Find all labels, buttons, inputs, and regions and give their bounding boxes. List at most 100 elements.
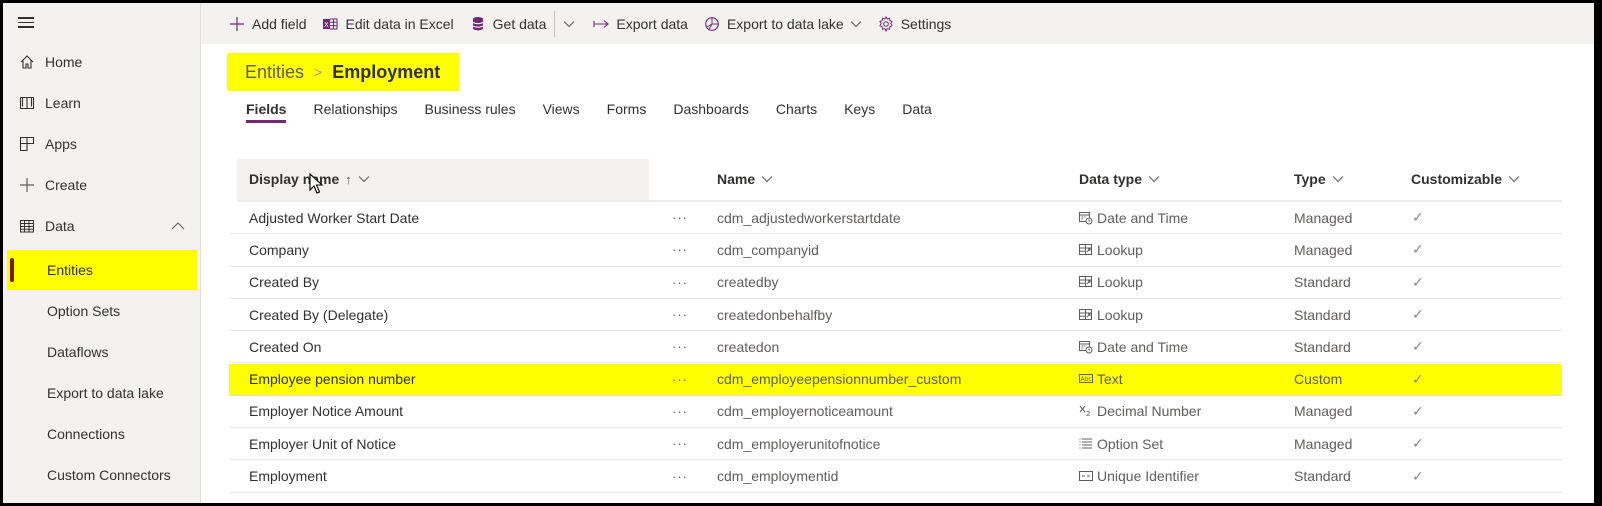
- export-to-data-lake-label: Export to data lake: [726, 15, 844, 32]
- sidebar-item-home[interactable]: Home: [3, 43, 199, 81]
- data-type-label: Date and Time: [1097, 338, 1189, 355]
- display-name-cell[interactable]: Created By: [249, 267, 319, 298]
- tab-fields[interactable]: Fields: [246, 101, 287, 123]
- sidebar-item-dataflows[interactable]: Dataflows: [7, 332, 197, 372]
- display-name-cell[interactable]: Employer Unit of Notice: [249, 428, 396, 459]
- display-name-cell[interactable]: Employment: [249, 460, 327, 491]
- chevron-down-icon: [761, 176, 773, 183]
- type-cell: Standard: [1294, 338, 1351, 355]
- svg-text:2: 2: [1086, 410, 1090, 418]
- table-row[interactable]: Company ··· cdm_companyid Lookup Managed ✓: [229, 234, 1562, 267]
- gear-icon: [878, 15, 894, 32]
- tab-views[interactable]: Views: [543, 101, 580, 123]
- sidebar-item-entities[interactable]: Entities: [7, 250, 197, 290]
- column-header-label: Customizable: [1411, 171, 1503, 187]
- display-name-cell[interactable]: Created On: [249, 331, 321, 362]
- data-type-cell: Lookup: [1079, 267, 1143, 298]
- get-data-button[interactable]: Get data: [470, 16, 546, 32]
- plus-icon: [19, 177, 35, 193]
- breadcrumb-entities-link[interactable]: Entities: [245, 62, 304, 83]
- table-row[interactable]: Employment ··· cdm_employmentid Unique Iden…: [229, 460, 1562, 493]
- tab-data[interactable]: Data: [902, 101, 932, 123]
- column-header-display-name[interactable]: Display name ↑: [249, 171, 370, 187]
- data-type-label: Lookup: [1097, 241, 1143, 258]
- sidebar-item-export-to-data-lake[interactable]: Export to data lake: [7, 373, 197, 413]
- table-row[interactable]: Created By (Delegate) ··· createdonbehalfb…: [229, 299, 1562, 332]
- more-options-button[interactable]: ···: [670, 364, 690, 395]
- decimal-icon: 2: [1079, 404, 1094, 418]
- chevron-up-icon[interactable]: [171, 221, 185, 231]
- add-field-label: Add field: [252, 15, 307, 32]
- customizable-check-icon: ✓: [1412, 241, 1424, 258]
- sidebar-item-label: Export to data lake: [47, 385, 164, 401]
- more-options-button[interactable]: ···: [670, 428, 690, 459]
- column-header-type[interactable]: Type: [1294, 171, 1344, 187]
- data-type-cell: Abc Text: [1079, 364, 1123, 395]
- data-type-cell: Unique Identifier: [1079, 460, 1199, 491]
- more-options-button[interactable]: ···: [670, 234, 690, 265]
- display-name-cell[interactable]: Created By (Delegate): [249, 299, 388, 330]
- export-data-button[interactable]: Export data: [593, 16, 688, 32]
- table-row[interactable]: Created On ··· createdon Date and Time Stand…: [229, 331, 1562, 364]
- column-header-data-type[interactable]: Data type: [1079, 171, 1160, 187]
- tab-keys[interactable]: Keys: [844, 101, 875, 123]
- get-data-dropdown[interactable]: [563, 20, 575, 28]
- export-to-data-lake-button[interactable]: Export to data lake: [704, 16, 862, 32]
- settings-button[interactable]: Settings: [878, 15, 952, 32]
- column-header-customizable[interactable]: Customizable: [1411, 171, 1520, 187]
- app-window: Home Learn Apps Create Data Entities Opt…: [3, 3, 1598, 503]
- data-type-cell: Lookup: [1079, 234, 1143, 265]
- more-options-button[interactable]: ···: [670, 267, 690, 298]
- type-cell: Standard: [1294, 468, 1351, 485]
- display-name-cell[interactable]: Adjusted Worker Start Date: [249, 202, 419, 233]
- customizable-check-icon: ✓: [1412, 370, 1424, 387]
- sidebar-item-label: Connections: [47, 426, 125, 442]
- sidebar-item-learn[interactable]: Learn: [3, 84, 199, 122]
- more-options-button[interactable]: ···: [670, 202, 690, 233]
- datetime-icon: [1079, 340, 1094, 354]
- schema-name-cell: createdon: [717, 338, 780, 355]
- column-header-label: Name: [717, 171, 756, 187]
- column-header-name[interactable]: Name: [717, 171, 773, 187]
- type-cell: Managed: [1294, 241, 1353, 258]
- data-type-cell: Option Set: [1079, 428, 1163, 459]
- display-name-cell[interactable]: Employee pension number: [249, 364, 416, 395]
- tab-relationships[interactable]: Relationships: [313, 101, 397, 123]
- tab-forms[interactable]: Forms: [607, 101, 647, 123]
- optionset-icon: [1079, 437, 1094, 451]
- tab-business-rules[interactable]: Business rules: [425, 101, 516, 123]
- more-options-button[interactable]: ···: [670, 299, 690, 330]
- table-row[interactable]: Employer Notice Amount ··· cdm_employernot…: [229, 396, 1562, 429]
- hamburger-icon[interactable]: [18, 14, 38, 32]
- more-options-button[interactable]: ···: [670, 396, 690, 427]
- tab-dashboards[interactable]: Dashboards: [673, 101, 749, 123]
- customizable-check-icon: ✓: [1412, 435, 1424, 452]
- schema-name-cell: cdm_employernoticeamount: [717, 403, 893, 420]
- table-row[interactable]: Created By ··· createdby Lookup Standard ✓: [229, 267, 1562, 299]
- excel-icon: X: [322, 16, 338, 32]
- display-name-cell[interactable]: Employer Notice Amount: [249, 396, 403, 427]
- tab-charts[interactable]: Charts: [776, 101, 817, 123]
- edit-in-excel-button[interactable]: X Edit data in Excel: [322, 16, 454, 32]
- more-options-button[interactable]: ···: [670, 460, 690, 491]
- table-row[interactable]: Adjusted Worker Start Date ··· cdm_adjuste…: [229, 202, 1562, 235]
- sidebar-item-label: Home: [45, 54, 83, 70]
- settings-label: Settings: [900, 15, 952, 32]
- sidebar-item-apps[interactable]: Apps: [3, 125, 199, 163]
- display-name-cell[interactable]: Company: [249, 234, 309, 265]
- sidebar-item-custom-connectors[interactable]: Custom Connectors: [7, 455, 197, 495]
- sidebar-item-option-sets[interactable]: Option Sets: [7, 291, 197, 331]
- type-cell: Managed: [1294, 435, 1353, 452]
- data-type-label: Text: [1097, 371, 1123, 388]
- sidebar-item-create[interactable]: Create: [3, 166, 199, 204]
- more-options-button[interactable]: ···: [670, 331, 690, 362]
- sidebar-item-label: Option Sets: [47, 303, 121, 319]
- table-row[interactable]: Employer Unit of Notice ··· cdm_employerun…: [229, 428, 1562, 461]
- customizable-check-icon: ✓: [1412, 338, 1424, 355]
- sidebar-item-label: Custom Connectors: [47, 467, 171, 483]
- add-field-button[interactable]: Add field: [229, 16, 306, 32]
- sidebar-item-data[interactable]: Data: [3, 207, 199, 245]
- customizable-check-icon: ✓: [1412, 306, 1424, 323]
- table-row[interactable]: Employee pension number ··· cdm_employeepe…: [229, 363, 1562, 396]
- sidebar-item-connections[interactable]: Connections: [7, 414, 197, 454]
